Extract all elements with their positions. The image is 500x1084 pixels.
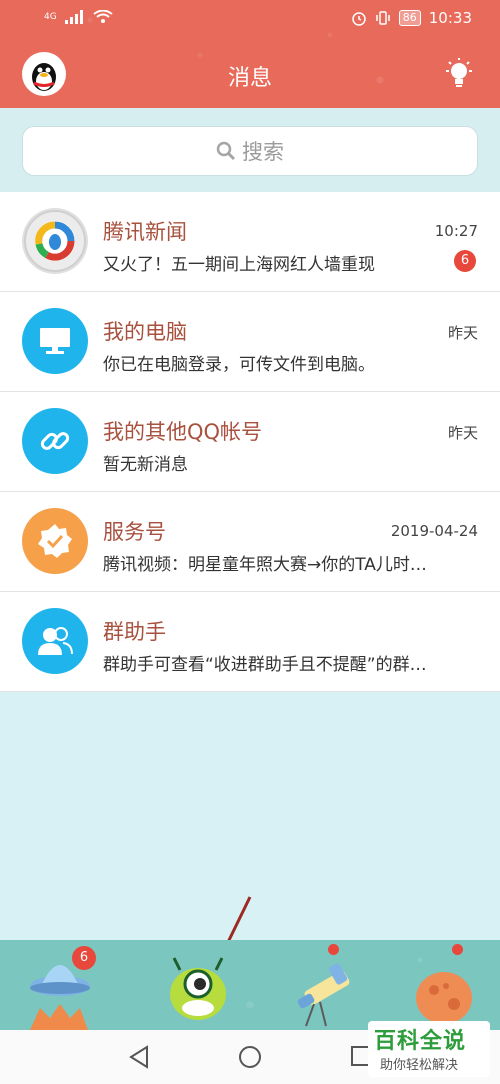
back-icon[interactable] (128, 1045, 150, 1069)
discover-notification-dot (328, 944, 339, 955)
battery-indicator: 86 (398, 10, 421, 26)
wifi-icon (93, 10, 113, 23)
conversation-title: 腾讯新闻 (103, 220, 187, 244)
tab-messages[interactable]: 6 (0, 940, 125, 1030)
planet-icon (416, 972, 472, 1024)
watermark-brand: 百科全说 (374, 1029, 467, 1054)
tab-discover[interactable] (262, 940, 387, 1030)
signal-icon (64, 10, 83, 24)
conversation-preview: 又火了！五一期间上海网红人墙重现 (103, 255, 375, 275)
watermark-slogan: 助你轻松解决 (380, 1058, 459, 1073)
search-area: 搜索 (0, 108, 500, 192)
conversation-preview: 你已在电脑登录，可传文件到电脑。 (103, 355, 375, 375)
conversation-preview: 暂无新消息 (103, 455, 188, 475)
badge-check-icon (22, 508, 88, 574)
search-input[interactable]: 搜索 (22, 126, 478, 176)
conversation-list: 腾讯新闻 又火了！五一期间上海网红人墙重现 10:27 6 我的电脑 你已在电脑… (0, 192, 500, 692)
dynamic-notification-dot (452, 944, 463, 955)
messages-unread-badge: 6 (72, 946, 96, 970)
conversation-row-other-accounts[interactable]: 我的其他QQ帐号 暂无新消息 昨天 (0, 392, 500, 492)
tab-contacts[interactable] (138, 940, 263, 1030)
conversation-title: 服务号 (103, 520, 166, 544)
telescope-icon (297, 963, 350, 1027)
link-icon (22, 408, 88, 474)
conversation-time: 10:27 (434, 222, 478, 240)
header: 4G 86 10:33 消息 (0, 0, 500, 108)
group-icon (22, 608, 88, 674)
clock: 10:33 (428, 9, 472, 27)
search-placeholder: 搜索 (242, 140, 284, 164)
search-icon (216, 141, 236, 161)
lightbulb-icon[interactable] (444, 58, 474, 90)
conversation-row-tencent-news[interactable]: 腾讯新闻 又火了！五一期间上海网红人墙重现 10:27 6 (0, 192, 500, 292)
watermark-logo: 百科全说 助你轻松解决 (368, 1021, 490, 1077)
alien-icon (170, 957, 226, 1020)
status-bar: 4G 86 10:33 (0, 0, 500, 38)
computer-icon (22, 308, 88, 374)
tab-dynamic[interactable] (384, 940, 500, 1030)
bottom-tab-bar: 6 (0, 940, 500, 1030)
conversation-time: 昨天 (447, 324, 478, 342)
network-type: 4G (44, 12, 57, 22)
conversation-row-my-computer[interactable]: 我的电脑 你已在电脑登录，可传文件到电脑。 昨天 (0, 292, 500, 392)
conversation-row-service-accounts[interactable]: 服务号 腾讯视频：明星童年照大赛→你的TA儿时… 2019-04-24 (0, 492, 500, 592)
conversation-row-group-assistant[interactable]: 群助手 群助手可查看“收进群助手且不提醒”的群… (0, 592, 500, 692)
conversation-preview: 腾讯视频：明星童年照大赛→你的TA儿时… (103, 555, 427, 575)
unread-badge: 6 (454, 250, 476, 272)
home-icon[interactable] (238, 1045, 262, 1069)
conversation-preview: 群助手可查看“收进群助手且不提醒”的群… (103, 655, 427, 675)
conversation-time: 昨天 (447, 424, 478, 442)
conversation-time: 2019-04-24 (390, 522, 478, 540)
conversation-title: 我的电脑 (103, 320, 187, 344)
vibrate-icon (376, 11, 390, 25)
tencent-news-icon (22, 208, 88, 274)
conversation-title: 我的其他QQ帐号 (103, 420, 263, 444)
conversation-title: 群助手 (103, 620, 166, 644)
page-title: 消息 (227, 66, 272, 91)
alarm-icon (352, 12, 366, 26)
